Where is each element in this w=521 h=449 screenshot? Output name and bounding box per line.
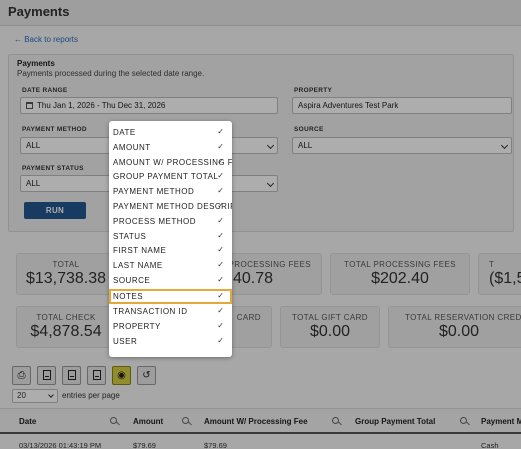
menu-item-transaction-id[interactable]: TRANSACTION ID ✓	[109, 304, 232, 319]
menu-item-payment-method[interactable]: PAYMENT METHOD ✓	[109, 184, 232, 199]
menu-item-label: SOURCE	[113, 276, 151, 285]
menu-item-label: PAYMENT METHOD DESCRIP	[113, 202, 232, 211]
check-icon: ✓	[217, 141, 224, 151]
check-icon: ✓	[217, 320, 224, 330]
menu-item-property[interactable]: PROPERTY ✓	[109, 319, 232, 334]
check-icon: ✓	[217, 230, 224, 240]
check-icon: ✓	[217, 215, 224, 225]
menu-item-label: TRANSACTION ID	[113, 307, 188, 316]
check-icon: ✓	[217, 335, 224, 345]
check-icon: ✓	[217, 156, 224, 166]
menu-item-status[interactable]: STATUS ✓	[109, 229, 232, 244]
check-icon: ✓	[217, 291, 224, 300]
check-icon: ✓	[217, 186, 224, 196]
menu-item-label: AMOUNT W/ PROCESSING F	[113, 157, 232, 167]
menu-item-source[interactable]: SOURCE ✓	[109, 273, 232, 288]
menu-item-label: USER	[113, 336, 138, 346]
menu-item-label: DATE	[113, 128, 136, 137]
menu-item-process-method[interactable]: PROCESS METHOD ✓	[109, 214, 232, 229]
menu-item-label: PROCESS METHOD	[113, 216, 197, 226]
menu-item-amount[interactable]: AMOUNT ✓	[109, 140, 232, 155]
menu-item-last-name[interactable]: LAST NAME ✓	[109, 258, 232, 273]
menu-item-date[interactable]: DATE ✓	[109, 125, 232, 140]
menu-item-label: PAYMENT METHOD	[113, 187, 195, 197]
menu-item-label: NOTES	[113, 292, 144, 301]
menu-item-label: GROUP PAYMENT TOTAL	[113, 172, 219, 182]
menu-item-user[interactable]: USER ✓	[109, 334, 232, 349]
menu-item-label: AMOUNT	[113, 142, 151, 152]
check-icon: ✓	[217, 306, 224, 315]
menu-item-label: STATUS	[113, 231, 147, 241]
menu-item-payment-method-description[interactable]: PAYMENT METHOD DESCRIP ✓	[109, 199, 232, 214]
menu-item-first-name[interactable]: FIRST NAME ✓	[109, 243, 232, 258]
modal-backdrop[interactable]	[0, 0, 521, 449]
check-icon: ✓	[217, 201, 224, 210]
menu-item-notes[interactable]: NOTES ✓	[109, 289, 232, 304]
menu-item-amount-processing-fee[interactable]: AMOUNT W/ PROCESSING F ✓	[109, 155, 232, 170]
check-icon: ✓	[217, 275, 224, 284]
menu-item-label: PROPERTY	[113, 321, 161, 331]
check-icon: ✓	[217, 127, 224, 136]
check-icon: ✓	[217, 171, 224, 181]
menu-item-label: LAST NAME	[113, 261, 163, 271]
menu-item-label: FIRST NAME	[113, 246, 167, 256]
check-icon: ✓	[217, 260, 224, 270]
check-icon: ✓	[217, 245, 224, 255]
menu-item-group-payment-total[interactable]: GROUP PAYMENT TOTAL ✓	[109, 169, 232, 184]
column-visibility-menu: DATE ✓ AMOUNT ✓ AMOUNT W/ PROCESSING F ✓ GR…	[109, 121, 232, 357]
